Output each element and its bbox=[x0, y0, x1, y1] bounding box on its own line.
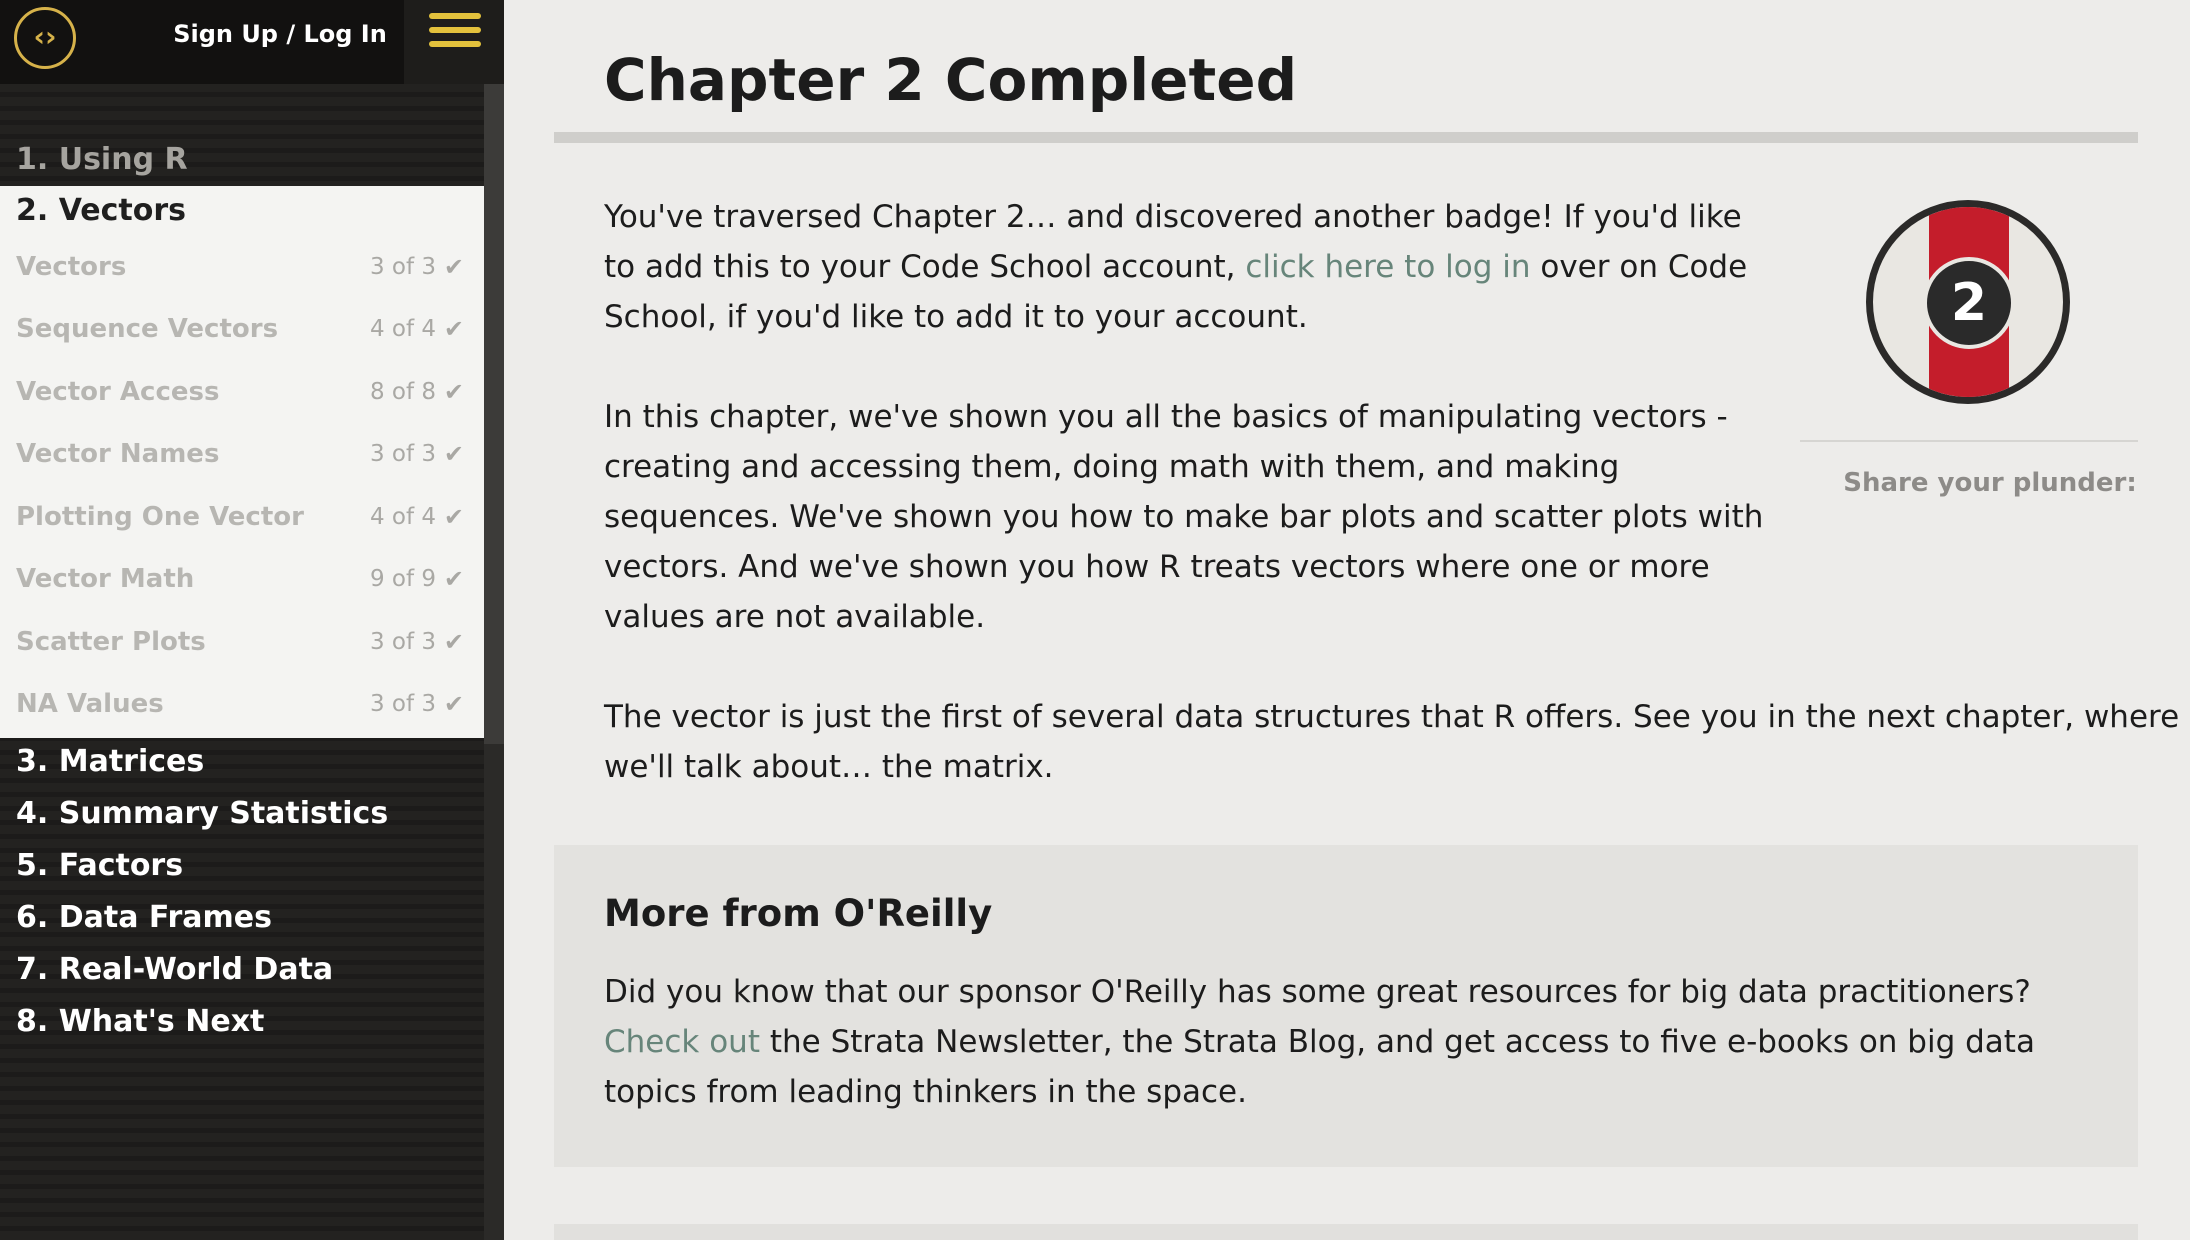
summary-paragraph: In this chapter, we've shown you all the… bbox=[604, 399, 1764, 635]
hamburger-menu-button[interactable] bbox=[404, 0, 504, 84]
checkmark-icon: ✔ bbox=[443, 378, 464, 406]
sidebar-lesson-plotting-one-vector[interactable]: Plotting One Vector 4 of 4 ✔ bbox=[0, 486, 484, 548]
sidebar-lesson-vector-names[interactable]: Vector Names 3 of 3 ✔ bbox=[0, 423, 484, 485]
checkmark-icon: ✔ bbox=[443, 628, 464, 656]
oreilly-text: Did you know that our sponsor O'Reilly h… bbox=[604, 974, 2035, 1110]
oreilly-title: More from O'Reilly bbox=[604, 892, 993, 935]
lesson-name: Plotting One Vector bbox=[16, 502, 304, 532]
lesson-progress: 4 of 4 bbox=[369, 504, 436, 530]
lesson-name: Vector Access bbox=[16, 377, 220, 407]
top-bar: ‹› Sign Up / Log In bbox=[0, 0, 504, 84]
checkmark-icon: ✔ bbox=[443, 253, 464, 281]
sidebar-chapter-data-frames[interactable]: 6. Data Frames bbox=[0, 892, 484, 944]
intro-paragraph: You've traversed Chapter 2… and discover… bbox=[604, 199, 1748, 335]
sidebar-chapter-factors[interactable]: 5. Factors bbox=[0, 840, 484, 892]
lesson-progress: 3 of 3 bbox=[369, 254, 436, 280]
badge-number: 2 bbox=[1923, 257, 2015, 349]
lesson-progress: 9 of 9 bbox=[369, 566, 436, 592]
checkmark-icon: ✔ bbox=[443, 315, 464, 343]
lesson-progress: 3 of 3 bbox=[369, 629, 436, 655]
chapter-badge-icon: 2 bbox=[1866, 200, 2070, 404]
sidebar-lesson-vector-math[interactable]: Vector Math 9 of 9 ✔ bbox=[0, 548, 484, 610]
sidebar-lesson-sequence-vectors[interactable]: Sequence Vectors 4 of 4 ✔ bbox=[0, 298, 484, 360]
lesson-progress: 3 of 3 bbox=[369, 441, 436, 467]
lesson-name: NA Values bbox=[16, 689, 164, 719]
next-chapter-paragraph: The vector is just the first of several … bbox=[604, 699, 2180, 785]
sidebar-chapter-vectors-panel: 2. Vectors Vectors 3 of 3 ✔ Sequence Vec… bbox=[0, 186, 484, 738]
lesson-name: Vector Names bbox=[16, 439, 220, 469]
sidebar-chapter-using-r[interactable]: 1. Using R bbox=[0, 134, 484, 186]
lesson-progress: 4 of 4 bbox=[369, 316, 436, 342]
page-title: Chapter 2 Completed bbox=[604, 46, 1298, 114]
lesson-name: Vector Math bbox=[16, 564, 195, 594]
sidebar-scrollbar-thumb[interactable] bbox=[484, 84, 504, 744]
sidebar-chapter-whats-next[interactable]: 8. What's Next bbox=[0, 996, 484, 1048]
lesson-name: Scatter Plots bbox=[16, 627, 206, 657]
checkmark-icon: ✔ bbox=[443, 565, 464, 593]
sidebar-chapter-real-world-data[interactable]: 7. Real-World Data bbox=[0, 944, 484, 996]
checkmark-icon: ✔ bbox=[443, 440, 464, 468]
badge-divider bbox=[1800, 440, 2138, 442]
checkmark-icon: ✔ bbox=[443, 503, 464, 531]
share-label: Share your plunder: bbox=[1843, 468, 2137, 498]
sidebar-chapter-summary-statistics[interactable]: 4. Summary Statistics bbox=[0, 788, 484, 840]
lesson-name: Vectors bbox=[16, 252, 127, 282]
sidebar-lesson-scatter-plots[interactable]: Scatter Plots 3 of 3 ✔ bbox=[0, 611, 484, 673]
sidebar-lesson-na-values[interactable]: NA Values 3 of 3 ✔ bbox=[0, 673, 484, 735]
sign-up-log-in-link[interactable]: Sign Up / Log In bbox=[170, 0, 390, 68]
checkmark-icon: ✔ bbox=[443, 690, 464, 718]
bottom-divider bbox=[554, 1224, 2138, 1240]
sidebar-chapter-matrices[interactable]: 3. Matrices bbox=[0, 736, 484, 788]
main-content: Chapter 2 Completed You've traversed Cha… bbox=[504, 0, 2190, 1240]
oreilly-panel: More from O'Reilly Did you know that our… bbox=[554, 845, 2138, 1167]
title-divider bbox=[554, 132, 2138, 143]
lesson-progress: 8 of 8 bbox=[369, 379, 436, 405]
sidebar-lesson-vector-access[interactable]: Vector Access 8 of 8 ✔ bbox=[0, 361, 484, 423]
check-out-link[interactable]: Check out bbox=[604, 1024, 760, 1060]
hamburger-menu-icon bbox=[429, 13, 481, 19]
sidebar-chapter-vectors[interactable]: 2. Vectors bbox=[16, 186, 186, 236]
code-school-logo-icon[interactable]: ‹› bbox=[14, 7, 76, 69]
login-link[interactable]: click here to log in bbox=[1245, 249, 1530, 285]
lesson-progress: 3 of 3 bbox=[369, 691, 436, 717]
sidebar-lesson-vectors[interactable]: Vectors 3 of 3 ✔ bbox=[0, 236, 484, 298]
lesson-name: Sequence Vectors bbox=[16, 314, 279, 344]
